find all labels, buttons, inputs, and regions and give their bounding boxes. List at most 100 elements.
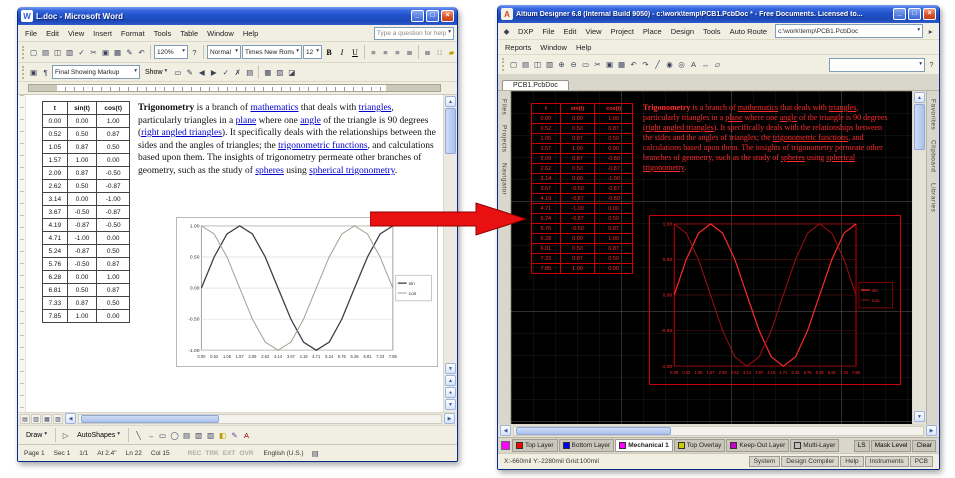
altium-horizontal-scrollbar[interactable]: ◀ ▶ — [498, 424, 939, 437]
new-document-icon[interactable]: ▢ — [508, 59, 519, 71]
format-painter-icon[interactable]: ✎ — [124, 46, 135, 58]
close-button[interactable]: × — [441, 10, 454, 22]
help-icon[interactable]: ? — [926, 59, 937, 71]
scroll-down-icon[interactable]: ▼ — [445, 363, 456, 374]
help-icon[interactable]: ? — [189, 46, 200, 58]
altium-menu-help[interactable]: Help — [572, 42, 595, 53]
paste-icon[interactable]: ▦ — [616, 59, 627, 71]
reviewing-pane-icon[interactable]: ▤ — [244, 66, 255, 78]
panel-button-system[interactable]: System — [749, 456, 781, 467]
previous-page-icon[interactable]: ▲ — [445, 375, 456, 386]
highlight-icon[interactable]: ▰ — [446, 46, 457, 58]
maximize-button[interactable]: □ — [426, 10, 439, 22]
italic-button[interactable]: I — [336, 46, 348, 59]
panel-button-pcb[interactable]: PCB — [910, 456, 933, 467]
layer-tab-multi-layer[interactable]: Multi-Layer — [790, 439, 839, 452]
toolbar-grip[interactable] — [22, 66, 25, 79]
undo-icon[interactable]: ↶ — [136, 46, 147, 58]
layer-button-mask-level[interactable]: Mask Level — [871, 440, 912, 452]
word-menu-help[interactable]: Help — [239, 28, 262, 39]
horizontal-ruler[interactable] — [18, 82, 457, 95]
numbering-icon[interactable]: ≣ — [422, 46, 433, 58]
arrow-icon[interactable]: → — [145, 429, 156, 441]
cut-icon[interactable]: ✂ — [592, 59, 603, 71]
reject-change-icon[interactable]: ✗ — [232, 66, 243, 78]
select-browse-object-icon[interactable]: ● — [445, 387, 456, 398]
altium-vertical-scrollbar[interactable]: ▲ ▼ — [912, 91, 926, 424]
panel-button-instruments[interactable]: Instruments — [865, 456, 909, 467]
scroll-left-icon[interactable]: ◀ — [500, 425, 511, 436]
hscroll-thumb[interactable] — [81, 415, 219, 423]
font-size-combo[interactable]: 12 ▾ — [303, 45, 322, 59]
accept-change-icon[interactable]: ✓ — [220, 66, 231, 78]
word-titlebar[interactable]: W L.doc - Microsoft Word _ □ × — [18, 7, 457, 25]
justify-icon[interactable]: ≣ — [404, 46, 415, 58]
insert-comment-icon[interactable]: ▭ — [172, 66, 183, 78]
layer-button-ls[interactable]: LS — [854, 440, 870, 452]
place-via-icon[interactable]: ◎ — [676, 59, 687, 71]
outline-view-icon[interactable]: ▧ — [53, 414, 63, 424]
paste-icon[interactable]: ▦ — [112, 46, 123, 58]
question-help-box[interactable]: Type a question for help ▾ — [374, 27, 454, 40]
next-change-icon[interactable]: ▶ — [208, 66, 219, 78]
scroll-up-icon[interactable]: ▲ — [445, 96, 456, 107]
hyperlink[interactable]: right angled triangles — [141, 128, 222, 138]
copy-icon[interactable]: ▣ — [604, 59, 615, 71]
fill-color-icon[interactable]: ◧ — [217, 429, 228, 441]
zoom-combo[interactable]: 120% ▾ — [154, 45, 188, 59]
tables-borders-icon[interactable]: ▦ — [262, 66, 273, 78]
panel-tab-files[interactable]: Files — [501, 99, 508, 115]
fit-document-icon[interactable]: ▭ — [580, 59, 591, 71]
status-flag-ovr[interactable]: OVR — [239, 450, 253, 457]
font-combo[interactable]: Times New Roman ▾ — [242, 45, 302, 59]
document-path-combo[interactable]: c:\work\temp\PCB1.PcbDoc ▾ — [775, 24, 923, 38]
altium-menu-view[interactable]: View — [581, 26, 605, 37]
hyperlink[interactable]: mathematics — [250, 103, 298, 113]
rectangle-icon[interactable]: ▭ — [157, 429, 168, 441]
save-icon[interactable]: ◫ — [532, 59, 543, 71]
drawing-toolbar-icon[interactable]: ◪ — [286, 66, 297, 78]
hscroll-thumb[interactable] — [516, 427, 671, 435]
hyperlink[interactable]: plane — [725, 113, 742, 122]
scroll-down-icon[interactable]: ▼ — [914, 411, 925, 422]
browse-forward-icon[interactable]: ▸ — [925, 25, 936, 37]
cut-icon[interactable]: ✂ — [88, 46, 99, 58]
panel-tab-libraries[interactable]: Libraries — [930, 183, 937, 212]
status-flag-rec[interactable]: REC — [188, 450, 202, 457]
panel-button-help[interactable]: Help — [840, 456, 863, 467]
panel-tab-navigator[interactable]: Navigator — [501, 163, 508, 195]
minimize-button[interactable]: _ — [893, 8, 906, 20]
wordart-icon[interactable]: ▧ — [193, 429, 204, 441]
word-document-content[interactable]: tsin(t)cos(t)0.000.001.000.520.500.871.0… — [26, 95, 443, 412]
style-combo[interactable]: Normal ▾ — [207, 45, 241, 59]
panel-tab-clipboard[interactable]: Clipboard — [930, 140, 937, 172]
altium-menu-auto-route[interactable]: Auto Route — [726, 26, 772, 37]
hscroll-track[interactable] — [78, 414, 442, 424]
spelling-icon[interactable]: ✓ — [76, 46, 87, 58]
print-layout-icon[interactable]: ▦ — [42, 414, 52, 424]
autoshapes-menu-button[interactable]: AutoShapes ▾ — [73, 431, 124, 440]
insert-table-icon[interactable]: ▧ — [274, 66, 285, 78]
place-string-icon[interactable]: A — [688, 59, 699, 71]
open-icon[interactable]: ▤ — [40, 46, 51, 58]
hyperlink[interactable]: angle — [780, 113, 797, 122]
display-for-review-combo[interactable]: Final Showing Markup ▾ — [52, 65, 140, 79]
hyperlink[interactable]: triangles — [829, 103, 857, 112]
scroll-left-icon[interactable]: ◀ — [65, 413, 76, 424]
word-horizontal-scrollbar[interactable]: ▤▥▦▧ ◀ ▶ — [18, 412, 457, 425]
altium-menu-window[interactable]: Window — [536, 42, 571, 53]
scroll-right-icon[interactable]: ▶ — [926, 425, 937, 436]
place-line-icon[interactable]: ╱ — [652, 59, 663, 71]
altium-menu-place[interactable]: Place — [639, 26, 666, 37]
minimize-button[interactable]: _ — [411, 10, 424, 22]
hyperlink[interactable]: trigonometric functions — [278, 141, 367, 151]
panel-tab-projects[interactable]: Projects — [501, 125, 508, 152]
layer-tab-top-layer[interactable]: Top Layer — [512, 439, 558, 452]
place-dimension-icon[interactable]: ↔ — [700, 59, 711, 71]
maximize-button[interactable]: □ — [908, 8, 921, 20]
hyperlink[interactable]: right angled triangles — [646, 123, 714, 132]
save-icon[interactable]: ◫ — [52, 46, 63, 58]
track-changes-icon[interactable]: ✎ — [184, 66, 195, 78]
word-menu-view[interactable]: View — [64, 28, 88, 39]
hyperlink[interactable]: spheres — [255, 166, 284, 176]
